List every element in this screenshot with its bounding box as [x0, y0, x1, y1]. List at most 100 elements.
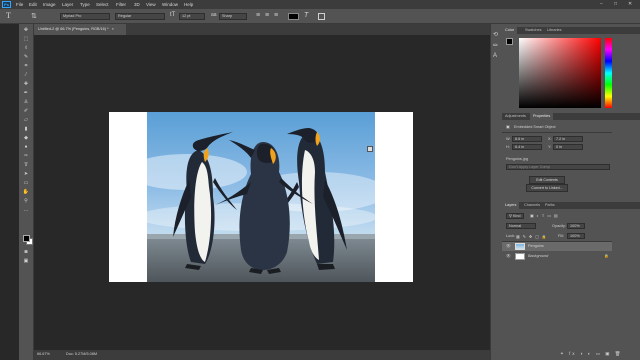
type-tool-icon[interactable]: T	[22, 162, 30, 169]
visibility-eye-icon[interactable]: 👁	[506, 252, 511, 261]
history-brush-tool-icon[interactable]: ✐	[22, 108, 30, 115]
menu-window[interactable]: Window	[162, 2, 178, 7]
warp-text-icon[interactable]: T	[304, 12, 308, 19]
close-tab-icon[interactable]: ×	[112, 27, 114, 31]
fg-color-chip[interactable]	[506, 38, 513, 45]
document-size-info[interactable]: Doc: 5.27M/5.08M	[66, 352, 97, 356]
text-color-swatch[interactable]	[288, 13, 299, 20]
menu-image[interactable]: Image	[43, 2, 56, 7]
zoom-level[interactable]: 66.67%	[37, 352, 50, 356]
align-center-icon[interactable]: ≡	[265, 12, 269, 19]
align-right-icon[interactable]: ≡	[274, 12, 278, 19]
history-panel-icon[interactable]: ⟲	[493, 31, 498, 38]
tab-properties[interactable]: Properties	[530, 113, 554, 120]
menu-layer[interactable]: Layer	[62, 2, 73, 7]
path-selection-tool-icon[interactable]: ➤	[22, 171, 30, 178]
x-field[interactable]: 7.2 in	[553, 136, 583, 142]
opacity-label: Opacity:	[552, 224, 566, 228]
penguins-photo	[147, 112, 375, 282]
font-style-select[interactable]: Regular	[115, 13, 165, 20]
font-size-icon: tT	[170, 12, 176, 18]
edit-contents-button[interactable]: Edit Contents	[529, 176, 565, 184]
x-label: X:	[548, 137, 552, 141]
crop-tool-icon[interactable]: ⌗	[22, 63, 30, 70]
blend-mode-select[interactable]: Normal	[506, 223, 536, 229]
color-picker-field[interactable]	[519, 38, 601, 108]
width-field[interactable]: 8.6 in	[512, 136, 542, 142]
close-button[interactable]: ✕	[628, 1, 632, 7]
smart-object-transform-handle[interactable]	[367, 146, 373, 152]
font-size-select[interactable]: 12 pt	[179, 13, 205, 20]
brush-tool-icon[interactable]: ✒	[22, 90, 30, 97]
layer-panel-footer-icons[interactable]: ⚭ fx ◑ ◐ ▭ ▣ 🗑	[560, 351, 622, 357]
layer-comp-select[interactable]: Don't Apply Layer Comp	[506, 164, 610, 170]
brushes-panel-icon[interactable]: ✏	[493, 42, 498, 49]
convert-to-linked-button[interactable]: Convert to Linked...	[526, 184, 568, 192]
zoom-tool-icon[interactable]: ⚲	[22, 198, 30, 205]
layer-row-background[interactable]: 👁 Background 🔒	[502, 252, 612, 261]
fill-field[interactable]: 100%	[567, 233, 585, 239]
marquee-tool-icon[interactable]: ⬚	[22, 36, 30, 43]
type-tool-icon[interactable]: T	[6, 11, 11, 20]
minimize-button[interactable]: −	[600, 1, 603, 7]
clone-stamp-tool-icon[interactable]: ♙	[22, 99, 30, 106]
status-bar	[34, 350, 500, 360]
foreground-color-swatch[interactable]	[23, 235, 30, 242]
layer-filter-icons[interactable]: ▣ ◐ T ▭ ▤	[530, 213, 558, 218]
tab-libraries[interactable]: Libraries	[544, 27, 565, 34]
document-tab[interactable]: Untitled-2 @ 66.7% (Penguins, RGB/16) * …	[34, 24, 126, 35]
font-family-select[interactable]: Myriad Pro	[60, 13, 110, 20]
layer-filter-select[interactable]: ⚲ Kind	[506, 213, 524, 219]
divider	[502, 132, 612, 133]
tab-color[interactable]: Color	[502, 27, 518, 34]
eyedropper-tool-icon[interactable]: ⁄	[22, 72, 30, 79]
tab-adjustments[interactable]: Adjustments	[502, 113, 529, 120]
height-field[interactable]: 6.4 in	[512, 144, 542, 150]
visibility-eye-icon[interactable]: 👁	[506, 242, 511, 251]
penguins-image[interactable]	[147, 112, 375, 282]
shape-tool-icon[interactable]: ▭	[22, 180, 30, 187]
opacity-field[interactable]: 100%	[567, 223, 585, 229]
edit-toolbar-icon[interactable]: …	[22, 207, 30, 214]
menu-select[interactable]: Select	[96, 2, 109, 7]
gradient-tool-icon[interactable]: ▮	[22, 126, 30, 133]
eraser-tool-icon[interactable]: ▱	[22, 117, 30, 124]
tab-paths[interactable]: Paths	[542, 202, 558, 209]
character-panel-icon[interactable]: A	[493, 53, 497, 59]
healing-brush-tool-icon[interactable]: ✚	[22, 81, 30, 88]
align-left-icon[interactable]: ≡	[256, 12, 260, 19]
lock-icons[interactable]: ▦ ✎ ✥ ▢ 🔒	[516, 234, 548, 239]
y-field[interactable]: 0 in	[553, 144, 583, 150]
maximize-button[interactable]: □	[614, 1, 617, 7]
lock-label: Lock:	[506, 234, 516, 238]
menu-view[interactable]: View	[146, 2, 156, 7]
hand-tool-icon[interactable]: ✋	[22, 189, 30, 196]
layer-row-penguins[interactable]: 👁 Penguins	[502, 242, 612, 251]
pen-tool-icon[interactable]: ✑	[22, 153, 30, 160]
tab-swatches[interactable]: Swatches	[522, 27, 544, 34]
quick-select-tool-icon[interactable]: ✎	[22, 54, 30, 61]
hue-slider[interactable]	[605, 38, 612, 108]
character-panel-icon[interactable]	[318, 13, 325, 20]
menu-edit[interactable]: Edit	[29, 2, 37, 7]
blur-tool-icon[interactable]: ◆	[22, 135, 30, 142]
object-type-label: Embedded Smart Object	[514, 125, 556, 129]
quick-mask-icon[interactable]: ◙	[22, 249, 30, 256]
menu-type[interactable]: Type	[80, 2, 90, 7]
dodge-tool-icon[interactable]: ●	[22, 144, 30, 151]
width-label: W:	[506, 137, 511, 141]
tab-channels[interactable]: Channels	[521, 202, 543, 209]
antialias-icon: aa	[211, 12, 217, 18]
move-tool-icon[interactable]: ✥	[22, 27, 30, 34]
lasso-tool-icon[interactable]: ℓ	[22, 45, 30, 52]
menu-3d[interactable]: 3D	[134, 2, 140, 7]
screen-mode-icon[interactable]: ▣	[22, 258, 30, 265]
tab-layers[interactable]: Layers	[502, 202, 520, 209]
collapsed-panels-strip	[490, 24, 502, 360]
y-label: Y:	[548, 145, 552, 149]
antialias-select[interactable]: Sharp	[219, 13, 247, 20]
text-orientation-icon[interactable]: ⇅	[31, 12, 37, 20]
menu-help[interactable]: Help	[184, 2, 193, 7]
menu-file[interactable]: File	[16, 2, 23, 7]
menu-filter[interactable]: Filter	[116, 2, 126, 7]
